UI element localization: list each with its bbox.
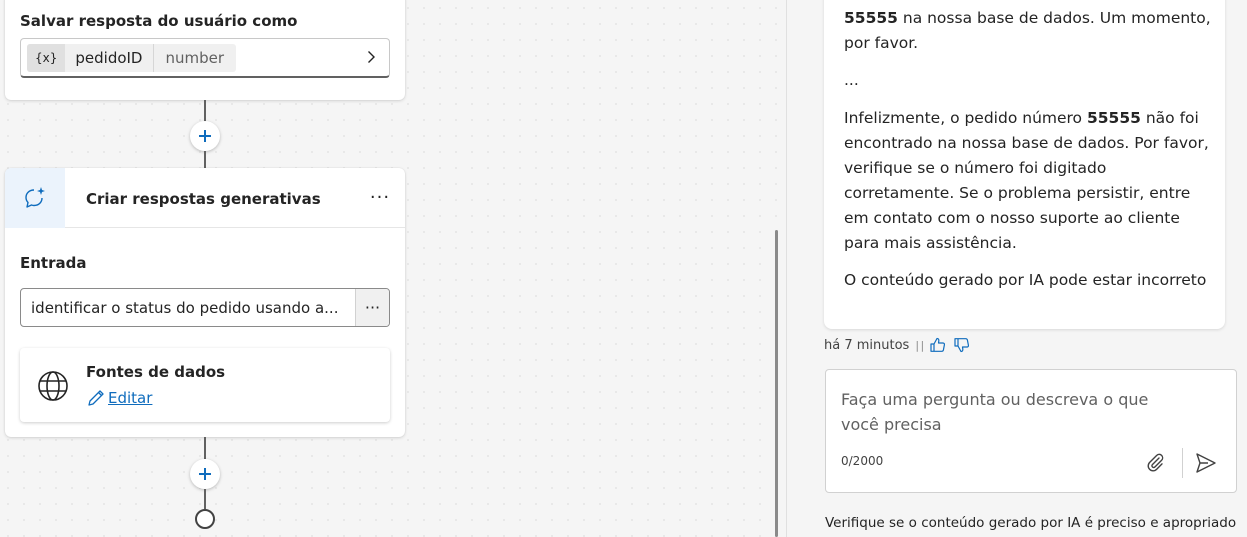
save-node-title: Salvar resposta do usuário como xyxy=(20,12,298,30)
test-chat-panel: 55555 na nossa base de dados. Um momento… xyxy=(786,0,1247,537)
data-sources-title: Fontes de dados xyxy=(86,363,226,381)
timestamp: há 7 minutos xyxy=(824,337,910,353)
variable-icon: {x} xyxy=(27,44,66,72)
edit-data-sources-link[interactable]: Editar xyxy=(86,388,152,408)
save-response-node[interactable]: Salvar resposta do usuário como {x} pedi… xyxy=(5,0,405,100)
connector-line xyxy=(204,151,206,168)
separator: | | xyxy=(915,338,924,352)
message-text: Infelizmente, o pedido número xyxy=(844,109,1087,127)
message-meta: há 7 minutos | | xyxy=(824,336,971,354)
input-more-button[interactable]: ··· xyxy=(355,289,389,326)
variable-type: number xyxy=(165,49,225,67)
paperclip-icon[interactable] xyxy=(1144,451,1166,473)
message-text: na nossa base de dados. Um momento, por … xyxy=(844,9,1211,52)
message-ellipsis: ... xyxy=(844,71,859,89)
sparkle-chat-icon xyxy=(5,168,65,228)
generative-answers-node[interactable]: Criar respostas generativas ··· Entrada … xyxy=(5,168,405,437)
input-value: identificar o status do pedido usando a.… xyxy=(31,299,339,317)
input-divider xyxy=(1182,448,1183,478)
bot-message: 55555 na nossa base de dados. Um momento… xyxy=(824,0,1225,329)
edit-label: Editar xyxy=(108,389,153,407)
variable-chip[interactable]: {x} pedidoID number xyxy=(27,44,237,72)
more-options-button[interactable]: ··· xyxy=(367,184,393,210)
variable-selector[interactable]: {x} pedidoID number xyxy=(20,38,390,78)
chat-input[interactable]: Faça uma pergunta ou descreva o que você… xyxy=(841,387,1191,437)
connector-line xyxy=(204,100,206,122)
ai-content-note: O conteúdo gerado por IA pode estar inco… xyxy=(844,271,1207,289)
message-text: não foi encontrado na nossa base de dado… xyxy=(844,109,1209,252)
order-number: 55555 xyxy=(844,9,898,27)
thumbs-up-icon[interactable] xyxy=(929,336,947,354)
chat-input-box[interactable]: Faça uma pergunta ou descreva o que você… xyxy=(825,369,1237,493)
pencil-icon xyxy=(88,390,104,406)
thumbs-down-icon[interactable] xyxy=(953,336,971,354)
character-count: 0/2000 xyxy=(841,454,884,468)
input-label: Entrada xyxy=(20,254,87,272)
variable-name: pedidoID xyxy=(65,44,154,72)
ai-disclaimer: Verifique se o conteúdo gerado por IA é … xyxy=(825,515,1237,531)
connector-line xyxy=(204,489,206,509)
globe-icon xyxy=(38,371,68,401)
plus-icon xyxy=(199,468,211,480)
authoring-canvas: Salvar resposta do usuário como {x} pedi… xyxy=(0,0,786,537)
add-node-button[interactable] xyxy=(190,121,220,151)
generative-node-title: Criar respostas generativas xyxy=(86,190,321,208)
message-paragraph-2: Infelizmente, o pedido número 55555 não … xyxy=(844,106,1216,256)
add-node-button[interactable] xyxy=(190,459,220,489)
connector-line xyxy=(204,437,206,459)
send-icon[interactable] xyxy=(1194,451,1218,475)
chevron-right-icon[interactable] xyxy=(363,49,379,65)
end-node xyxy=(195,509,215,529)
input-field[interactable]: identificar o status do pedido usando a.… xyxy=(20,288,390,327)
canvas-scrollbar[interactable] xyxy=(775,230,778,537)
data-sources-panel: Fontes de dados Editar xyxy=(20,348,390,422)
order-number: 55555 xyxy=(1086,109,1141,127)
plus-icon xyxy=(199,130,211,142)
generative-node-header: Criar respostas generativas ··· xyxy=(5,168,405,228)
message-line-1: 55555 na nossa base de dados. Um momento… xyxy=(844,6,1216,56)
